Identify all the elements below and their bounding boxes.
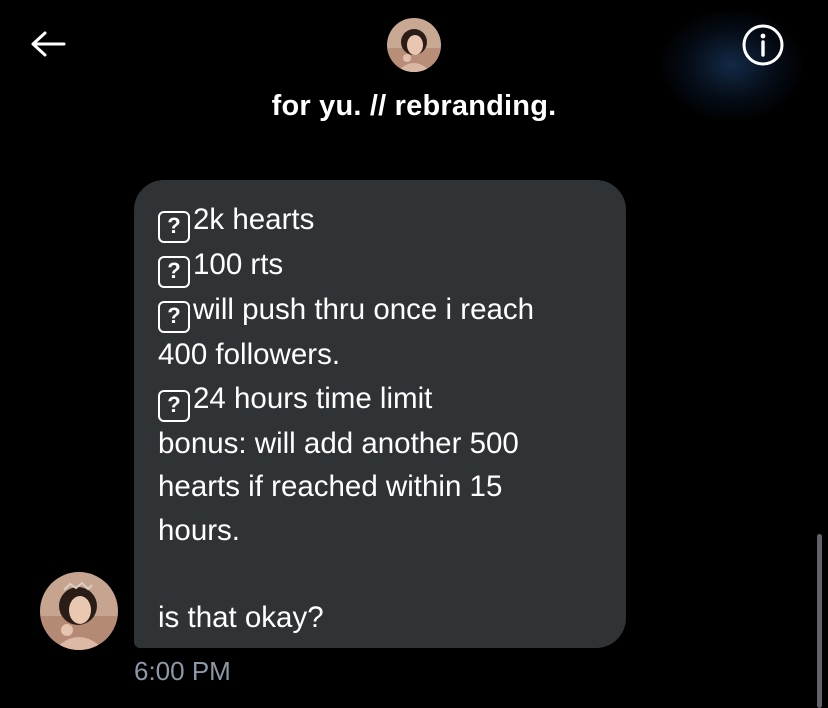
message-line: hearts if reached within 15 (158, 465, 606, 509)
message-bubble[interactable]: ? 2k hearts? 100 rts? will push thru once i… (134, 180, 626, 648)
unknown-glyph-icon: ? (158, 301, 190, 333)
unknown-glyph-icon: ? (158, 256, 190, 288)
dm-conversation-screen: for yu. // rebranding. ? 2k hearts? 100 rt… (0, 0, 828, 708)
message-line-text: is that okay? (158, 600, 324, 634)
message-line-text: 2k hearts (193, 203, 315, 236)
conversation-title[interactable]: for yu. // rebranding. (0, 90, 828, 123)
arrow-left-icon (31, 31, 66, 57)
message-timestamp: 6:00 PM (134, 656, 231, 686)
info-circle-icon (742, 24, 784, 66)
back-button[interactable] (24, 24, 72, 64)
message-line: ? will push thru once i reach (158, 288, 606, 333)
message-line: ? 24 hours time limit (158, 377, 606, 422)
message-line: ? 2k hearts (158, 198, 606, 243)
message-line-text: hearts if reached within 15 (158, 470, 503, 504)
message-line-text: 400 followers. (158, 338, 341, 371)
header-avatar[interactable] (387, 18, 441, 72)
message-line: ? 100 rts (158, 243, 606, 288)
unknown-glyph-icon: ? (158, 389, 190, 422)
message-line-text: hours. (158, 513, 240, 547)
message-line-text: 100 rts (193, 248, 284, 281)
message-line (158, 552, 606, 596)
message-line-text: will push thru once i reach (193, 293, 535, 326)
sender-avatar[interactable] (40, 572, 118, 650)
profile-photo (40, 572, 118, 650)
info-button[interactable] (738, 22, 788, 68)
message-line: hours. (158, 509, 606, 553)
message-line: bonus: will add another 500 (158, 422, 606, 466)
message-line-text: 24 hours time limit (193, 381, 433, 415)
message-line-text: bonus: will add another 500 (158, 426, 519, 460)
message-line: is that okay? (158, 596, 606, 640)
scrollbar[interactable] (817, 534, 822, 708)
profile-photo (387, 18, 441, 72)
message-line: 400 followers. (158, 333, 606, 377)
unknown-glyph-icon: ? (158, 211, 190, 243)
conversation-header: for yu. // rebranding. (0, 0, 828, 145)
